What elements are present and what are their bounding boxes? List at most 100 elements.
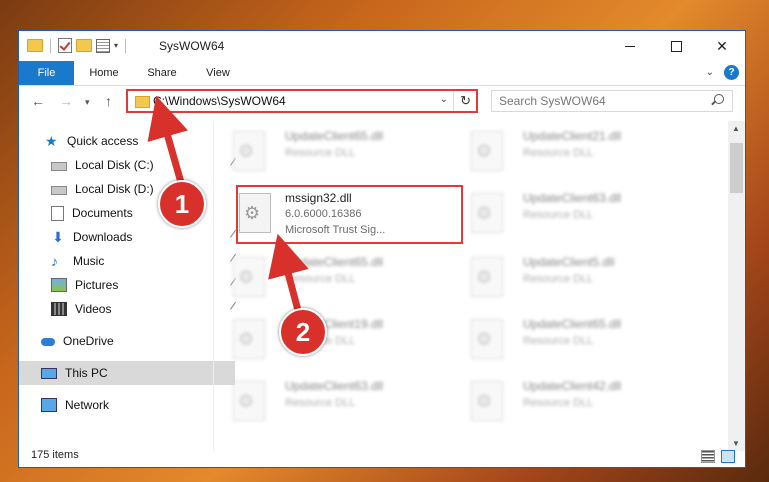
tab-share[interactable]: Share: [137, 61, 187, 85]
recent-locations-chevron-icon[interactable]: ▾: [85, 97, 90, 108]
dll-file-icon: [471, 257, 503, 297]
search-input[interactable]: Search SysWOW64: [491, 90, 733, 112]
tab-home[interactable]: Home: [79, 61, 129, 85]
sidebar-item-label: Documents: [72, 206, 133, 220]
close-button[interactable]: ✕: [699, 31, 745, 61]
network-icon: [41, 398, 57, 412]
address-path[interactable]: C:\Windows\SysWOW64: [153, 94, 286, 108]
file-description: Resource DLL: [285, 147, 356, 159]
address-folder-icon: [135, 96, 150, 108]
hard-drive-icon: [51, 162, 67, 171]
file-name: UpdateClient63.dll: [523, 191, 622, 205]
dll-file-icon: [471, 381, 503, 421]
list-item[interactable]: UpdateClient21.dll Resource DLL: [457, 123, 689, 179]
list-item[interactable]: UpdateClient63.dll Resource DLL: [457, 185, 689, 241]
sidebar-item-pictures[interactable]: Pictures: [19, 273, 245, 297]
help-icon[interactable]: ?: [724, 65, 739, 80]
sidebar-item-local-disk-d[interactable]: Local Disk (D:): [19, 177, 245, 201]
sidebar-item-label: This PC: [65, 366, 108, 380]
list-item[interactable]: UpdateClient5.dll Resource DLL: [457, 249, 689, 305]
file-explorer-window: ▾ SysWOW64 ✕ File Home Share View ⌄ ? ← …: [18, 30, 746, 468]
list-item[interactable]: UpdateClient65.dll Resource DLL: [219, 123, 451, 179]
address-bar[interactable]: C:\Windows\SysWOW64 ⌄ ↻: [126, 89, 478, 113]
file-name: UpdateClient65.dll: [285, 255, 384, 269]
sidebar-item-label: Local Disk (D:): [75, 182, 154, 196]
minimize-button[interactable]: [607, 31, 653, 61]
refresh-icon[interactable]: ↻: [460, 93, 471, 109]
music-note-icon: ♪: [51, 253, 58, 269]
dll-file-icon: [471, 131, 503, 171]
sidebar-item-downloads[interactable]: ⬇ Downloads: [19, 225, 245, 249]
file-description: Resource DLL: [523, 335, 594, 347]
close-icon: ✕: [716, 37, 728, 54]
list-item[interactable]: UpdateClient65.dll Resource DLL: [219, 249, 451, 305]
expand-ribbon-chevron-icon[interactable]: ⌄: [706, 67, 714, 78]
new-folder-icon[interactable]: [76, 39, 92, 52]
window-controls: ✕: [607, 31, 745, 61]
sidebar-item-label: OneDrive: [63, 334, 114, 348]
quick-access-toolbar: ▾: [27, 38, 129, 53]
tab-file[interactable]: File: [19, 61, 74, 85]
properties-check-icon[interactable]: [58, 38, 72, 53]
file-description: Resource DLL: [523, 147, 594, 159]
step1-badge: 1: [158, 180, 206, 228]
file-name: UpdateClient5.dll: [523, 255, 615, 269]
address-history-chevron-icon[interactable]: ⌄: [440, 94, 448, 105]
sidebar-item-onedrive[interactable]: OneDrive: [19, 329, 235, 353]
list-item[interactable]: UpdateClient19.dll Resource DLL: [219, 311, 451, 367]
download-arrow-icon: ⬇: [52, 229, 64, 245]
document-icon: [51, 205, 64, 221]
maximize-button[interactable]: [653, 31, 699, 61]
customize-toolbar-chevron-icon[interactable]: ▾: [114, 41, 118, 50]
scrollbar-thumb[interactable]: [730, 143, 743, 193]
sidebar-item-label: Music: [73, 254, 105, 268]
file-name: UpdateClient42.dll: [523, 379, 622, 393]
details-view-icon[interactable]: [701, 450, 715, 463]
navigation-bar: ← → ▾ ↑ C:\Windows\SysWOW64 ⌄ ↻ Search S…: [19, 87, 745, 117]
list-item[interactable]: UpdateClient65.dll Resource DLL: [457, 311, 689, 367]
toolbar-divider: [125, 38, 127, 53]
scroll-up-icon[interactable]: ▲: [732, 124, 740, 133]
title-bar: ▾ SysWOW64 ✕: [19, 31, 745, 61]
ribbon-right-controls: ⌄ ?: [706, 65, 739, 80]
minimize-icon: [625, 45, 635, 47]
film-strip-icon: [51, 302, 67, 316]
back-arrow-icon[interactable]: ←: [31, 93, 45, 109]
file-description: Resource DLL: [523, 273, 594, 285]
search-placeholder: Search SysWOW64: [499, 94, 606, 108]
dll-file-icon: [233, 319, 265, 359]
dll-file-icon: [233, 257, 265, 297]
folder-icon: [27, 39, 43, 52]
sidebar-item-local-disk-c[interactable]: Local Disk (C:): [19, 153, 245, 177]
tab-view[interactable]: View: [194, 61, 242, 85]
file-list: UpdateClient65.dll Resource DLL mssign32…: [219, 119, 729, 449]
search-icon[interactable]: [714, 94, 724, 104]
list-item[interactable]: UpdateClient42.dll Resource DLL: [457, 373, 689, 429]
sidebar-item-network[interactable]: Network: [19, 393, 235, 417]
forward-arrow-icon[interactable]: →: [59, 93, 73, 109]
file-highlight-box: [236, 185, 463, 244]
sidebar-item-label: Downloads: [73, 230, 133, 244]
sidebar-item-label: Local Disk (C:): [75, 158, 154, 172]
dll-file-icon: [233, 381, 265, 421]
sidebar-item-this-pc[interactable]: This PC: [19, 361, 235, 385]
sidebar-item-music[interactable]: ♪ Music: [19, 249, 245, 273]
hard-drive-icon: [51, 186, 67, 195]
tiles-view-icon[interactable]: [721, 450, 735, 463]
vertical-scrollbar[interactable]: ▲ ▼: [728, 121, 745, 451]
sidebar-item-documents[interactable]: Documents: [19, 201, 245, 225]
computer-icon: [41, 367, 57, 379]
sidebar-item-label: Quick access: [67, 134, 139, 148]
view-properties-icon[interactable]: [96, 38, 110, 53]
sidebar-item-videos[interactable]: Videos: [19, 297, 245, 321]
dll-file-icon: [233, 131, 265, 171]
list-item[interactable]: UpdateClient63.dll Resource DLL: [219, 373, 451, 429]
file-name: UpdateClient21.dll: [523, 129, 622, 143]
file-name: UpdateClient65.dll: [285, 129, 384, 143]
sidebar-item-quick-access[interactable]: ★ Quick access: [19, 129, 239, 153]
toolbar-divider: [50, 38, 51, 53]
maximize-icon: [670, 40, 682, 52]
sidebar-item-label: Videos: [75, 302, 112, 316]
up-arrow-icon[interactable]: ↑: [105, 93, 112, 109]
dll-file-icon: [471, 319, 503, 359]
